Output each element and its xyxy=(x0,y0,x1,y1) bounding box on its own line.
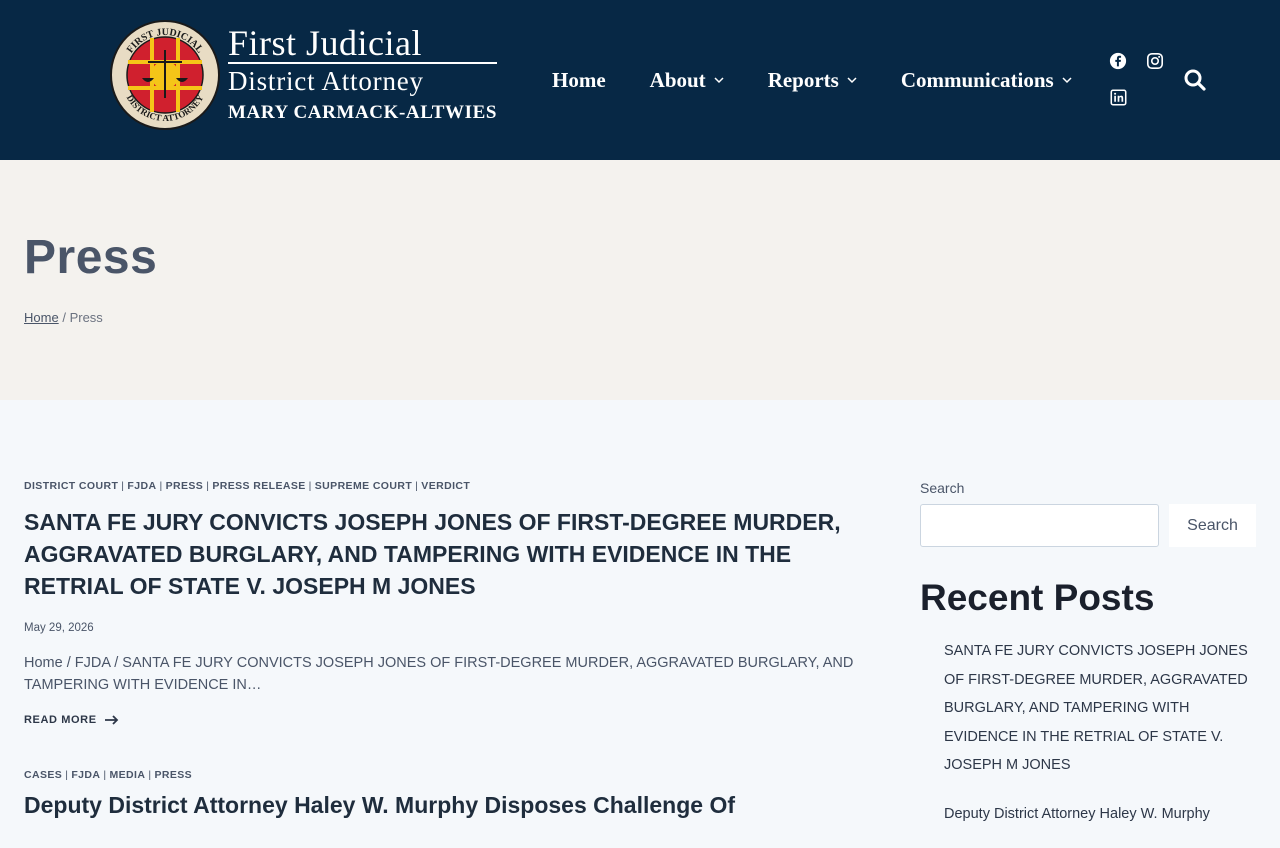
chevron-down-icon xyxy=(714,77,724,84)
sidebar: Search Search Recent Posts SANTA FE JURY… xyxy=(920,480,1260,848)
logo-line-1: First Judicial xyxy=(228,23,422,63)
breadcrumb-separator: / xyxy=(62,310,66,325)
nav-reports-label: Reports xyxy=(767,67,839,92)
logo-line-2: District Attorney xyxy=(228,62,498,96)
nav-about[interactable]: About xyxy=(650,64,724,96)
search-label: Search xyxy=(920,480,965,496)
arrow-right-icon xyxy=(104,715,118,725)
post-excerpt: Home / FJDA / SANTA FE JURY CONVICTS JOS… xyxy=(24,655,854,693)
category-link[interactable]: CASES xyxy=(24,769,62,781)
read-more-label: READ MORE xyxy=(24,714,97,726)
post-card: DISTRICT COURT | FJDA | PRESS | PRESS RELEASE |… xyxy=(24,480,874,726)
nav-home[interactable]: Home xyxy=(552,64,606,96)
category-link[interactable]: DISTRICT COURT xyxy=(24,480,118,492)
site-logo-link[interactable]: FIRST JUDICIAL DISTRICT ATTORNEY First J… xyxy=(110,20,498,130)
nav-communications-label: Communications xyxy=(900,67,1054,92)
logo-line-3: MARY CARMACK-ALTWIES xyxy=(228,102,498,123)
sidebar-search: Search xyxy=(920,504,1260,547)
search-icon xyxy=(1184,69,1206,91)
nav-communications[interactable]: Communications xyxy=(901,64,1072,96)
facebook-icon[interactable] xyxy=(1109,52,1129,72)
category-link[interactable]: FJDA xyxy=(127,480,156,492)
category-link[interactable]: FJDA xyxy=(71,769,100,781)
search-input[interactable] xyxy=(920,504,1159,547)
linkedin-icon[interactable] xyxy=(1110,89,1130,109)
da-seal-logo: FIRST JUDICIAL DISTRICT ATTORNEY xyxy=(110,20,220,130)
category-link[interactable]: PRESS RELEASE xyxy=(212,480,305,492)
post-categories: CASES | FJDA | MEDIA | PRESS xyxy=(24,769,193,781)
category-link[interactable]: PRESS xyxy=(166,480,204,492)
recent-post-link[interactable]: Deputy District Attorney Haley W. Murphy xyxy=(944,800,1260,829)
post-date: May 29, 2026 xyxy=(24,622,94,634)
chevron-down-icon xyxy=(847,77,857,84)
page-hero: Press Home / Press xyxy=(0,160,1280,400)
category-link[interactable]: SUPREME COURT xyxy=(315,480,412,492)
instagram-icon[interactable] xyxy=(1146,52,1166,72)
search-button[interactable]: Search xyxy=(1169,504,1256,547)
post-title-link[interactable]: SANTA FE JURY CONVICTS JOSEPH JONES OF F… xyxy=(24,506,844,602)
recent-post-link[interactable]: SANTA FE JURY CONVICTS JOSEPH JONES OF F… xyxy=(944,637,1260,780)
logo-wordmark: First Judicial District Attorney MARY CA… xyxy=(228,23,498,126)
nav-home-label: Home xyxy=(552,67,606,92)
chevron-down-icon xyxy=(1062,77,1072,84)
category-link[interactable]: VERDICT xyxy=(421,480,470,492)
post-categories: DISTRICT COURT | FJDA | PRESS | PRESS RELEASE |… xyxy=(24,480,471,492)
recent-posts-heading: Recent Posts xyxy=(920,577,1155,618)
category-link[interactable]: MEDIA xyxy=(110,769,146,781)
post-title-link[interactable]: Deputy District Attorney Haley W. Murphy… xyxy=(24,789,874,821)
breadcrumb-home-link[interactable]: Home xyxy=(24,310,59,325)
site-header: FIRST JUDICIAL DISTRICT ATTORNEY First J… xyxy=(0,0,1280,160)
breadcrumb: Home / Press xyxy=(24,310,103,325)
recent-posts-list: SANTA FE JURY CONVICTS JOSEPH JONES OF F… xyxy=(920,637,1260,828)
page-title: Press xyxy=(24,231,158,284)
main-nav: Home About Reports Communications xyxy=(552,64,1072,96)
read-more-link[interactable]: READ MORE xyxy=(24,714,874,726)
category-link[interactable]: PRESS xyxy=(154,769,192,781)
search-toggle-button[interactable] xyxy=(1183,68,1207,92)
nav-about-label: About xyxy=(649,67,706,92)
nav-reports[interactable]: Reports xyxy=(768,64,857,96)
post-card: CASES | FJDA | MEDIA | PRESS Deputy District A… xyxy=(24,769,874,821)
breadcrumb-current: Press xyxy=(69,310,103,325)
